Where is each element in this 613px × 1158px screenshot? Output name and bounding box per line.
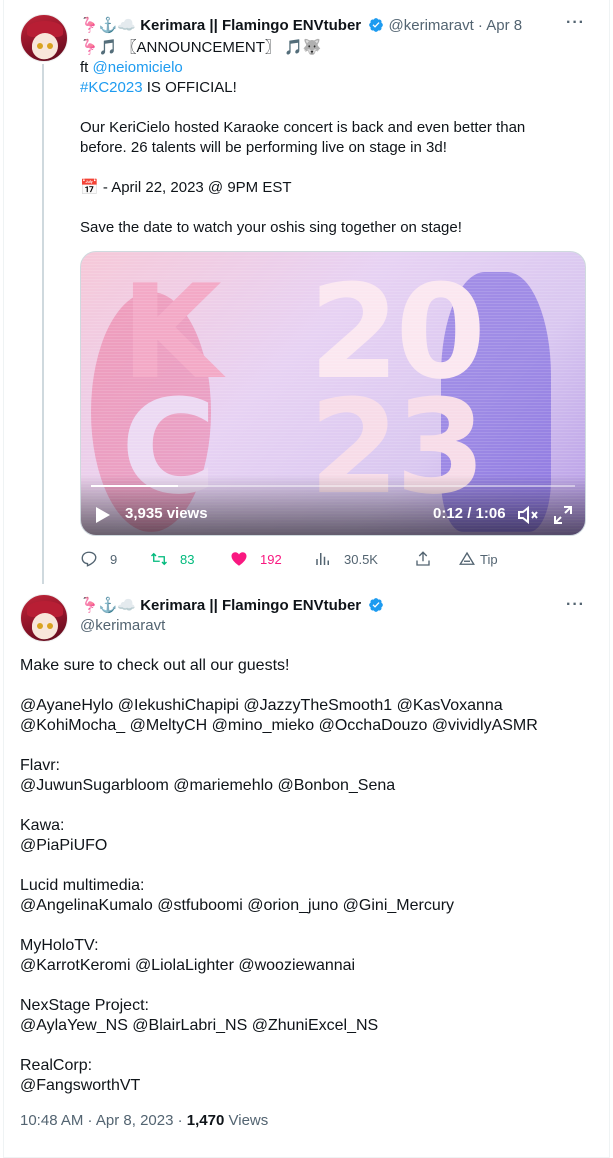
official-text: IS OFFICIAL! — [146, 79, 237, 96]
calendar-emoji: 📅 — [80, 179, 99, 196]
video-time: 0:12 / 1:06 — [433, 505, 506, 522]
verified-icon — [369, 18, 384, 32]
mention-link[interactable]: @neiomicielo — [93, 59, 183, 76]
heart-icon — [231, 552, 247, 566]
group-members[interactable]: @KarrotKeromi @LiolaLighter @wooziewanna… — [20, 956, 355, 976]
group-label: Flavr: — [20, 757, 60, 774]
analytics-icon — [316, 553, 329, 565]
author-name[interactable]: Kerimara || Flamingo ENVtuber — [140, 597, 361, 614]
tweet-date[interactable]: Apr 8 — [486, 17, 522, 34]
timeline-frame — [3, 0, 610, 1158]
group-label: NexStage Project: — [20, 997, 149, 1014]
group-members[interactable]: @JuwunSugarbloom @mariemehlo @Bonbon_Sen… — [20, 776, 395, 796]
views-button[interactable]: 30.5K — [314, 550, 378, 568]
guest-mentions[interactable]: @KohiMocha_ @MeltyCH @mino_mieko @OcchaD… — [20, 716, 538, 736]
video-views: 3,935 views — [125, 505, 208, 522]
like-button[interactable]: 192 — [230, 550, 282, 568]
reply-button[interactable]: 9 — [80, 550, 117, 568]
reply-count: 9 — [110, 551, 118, 567]
retweet-button[interactable]: 83 — [150, 550, 194, 568]
retweet-count: 83 — [180, 551, 195, 567]
verified-icon — [369, 598, 384, 612]
event-date-line: 📅 - April 22, 2023 @ 9PM EST — [80, 178, 292, 198]
tweet-actions: 9 83 192 30.5K Tip — [80, 550, 600, 570]
views-label: Views — [228, 1112, 269, 1129]
tip-icon — [459, 551, 475, 565]
event-date: - April 22, 2023 @ 9PM EST — [102, 179, 292, 196]
name-emoji: 🦩⚓☁️ — [80, 597, 137, 614]
thread-connector — [42, 64, 44, 584]
reply-icon — [81, 551, 97, 567]
views-count: 30.5K — [344, 551, 378, 567]
author-handle[interactable]: @kerimaravt — [80, 616, 165, 636]
avatar[interactable] — [20, 594, 68, 642]
author-handle[interactable]: @kerimaravt — [389, 17, 474, 34]
share-button[interactable] — [414, 550, 444, 568]
more-options-icon[interactable]: ··· — [566, 596, 585, 614]
avatar[interactable] — [20, 14, 68, 62]
video-progress-bar[interactable] — [91, 485, 575, 487]
group-label: Kawa: — [20, 817, 65, 834]
music-emoji: 🦩🎵 — [80, 39, 118, 56]
more-options-icon[interactable]: ··· — [566, 14, 585, 32]
play-icon[interactable] — [95, 506, 111, 524]
share-icon — [416, 551, 430, 566]
announcement-title: 〖ANNOUNCEMENT〗 — [121, 39, 280, 56]
group-label: Lucid multimedia: — [20, 877, 145, 894]
ft-line: ft @neiomicielo — [80, 58, 183, 78]
tip-button[interactable]: Tip — [458, 550, 498, 568]
group-label: RealCorp: — [20, 1057, 93, 1074]
timestamp[interactable]: 10:48 AM · Apr 8, 2023 · — [20, 1112, 183, 1129]
group-members[interactable]: @AngelinaKumalo @stfuboomi @orion_juno @… — [20, 896, 454, 916]
group-members[interactable]: @FangsworthVT — [20, 1076, 140, 1096]
wolf-emoji: 🎵🐺 — [284, 39, 322, 56]
announcement-line: 🦩🎵 〖ANNOUNCEMENT〗 🎵🐺 — [80, 38, 321, 58]
guest-mentions[interactable]: @AyaneHylo @IekushiChapipi @JazzyTheSmoo… — [20, 696, 503, 716]
group-label: MyHoloTV: — [20, 937, 99, 954]
ft-label: ft — [80, 59, 89, 76]
paragraph-line: before. 26 talents will be performing li… — [80, 139, 447, 156]
separator: · — [477, 17, 483, 34]
tweet-header: 🦩⚓☁️ Kerimara || Flamingo ENVtuber @keri… — [80, 16, 522, 36]
hashtag-link[interactable]: #KC2023 — [80, 79, 143, 96]
group-members[interactable]: @AylaYew_NS @BlairLabri_NS @ZhuniExcel_N… — [20, 1016, 378, 1036]
author-name[interactable]: Kerimara || Flamingo ENVtuber — [140, 17, 361, 34]
group-members[interactable]: @PiaPiUFO — [20, 836, 107, 856]
official-line: #KC2023 IS OFFICIAL! — [80, 78, 237, 98]
tweet-meta: 10:48 AM · Apr 8, 2023 · 1,470 Views — [20, 1112, 268, 1129]
paragraph-line: Our KeriCielo hosted Karaoke concert is … — [80, 119, 526, 136]
like-count: 192 — [260, 551, 282, 567]
view-count: 1,470 — [186, 1112, 225, 1129]
save-date-line: Save the date to watch your oshis sing t… — [80, 219, 462, 236]
intro-text: Make sure to check out all our guests! — [20, 657, 290, 674]
video-player[interactable]: K 20 C 23 3,935 views 0:12 / 1:06 — [80, 251, 586, 536]
retweet-icon — [151, 552, 167, 566]
fullscreen-icon[interactable] — [553, 505, 573, 525]
tip-label: Tip — [480, 551, 498, 567]
name-emoji: 🦩⚓☁️ — [80, 17, 137, 34]
volume-icon[interactable] — [517, 505, 539, 525]
tweet-header: 🦩⚓☁️ Kerimara || Flamingo ENVtuber — [80, 596, 384, 616]
